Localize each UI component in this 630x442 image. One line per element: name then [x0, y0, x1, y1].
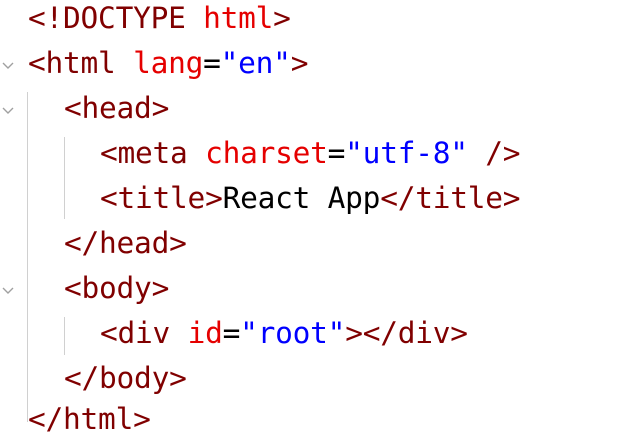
tag-name: body: [81, 271, 152, 305]
code-text: <html lang="en">: [28, 41, 308, 86]
tag-name: head: [81, 91, 152, 125]
equals: =: [327, 136, 346, 170]
code-line-1[interactable]: <!DOCTYPE html>: [0, 0, 630, 41]
attribute-name: charset: [187, 136, 328, 170]
punctuation: </: [380, 181, 416, 215]
code-line-5[interactable]: <title>React App</title>: [0, 176, 630, 221]
equals: =: [203, 46, 221, 80]
punctuation: </: [362, 316, 398, 350]
punctuation: </: [28, 402, 64, 436]
text-content: React App: [222, 181, 381, 215]
code-line-10[interactable]: </html>: [0, 397, 630, 442]
tag-name: meta: [117, 136, 188, 170]
tag-name: title: [117, 181, 206, 215]
doctype-name: html: [185, 1, 274, 35]
code-line-9[interactable]: </body>: [0, 356, 630, 401]
punctuation: >: [345, 316, 363, 350]
tag-name: div: [397, 316, 451, 350]
tag-name: div: [117, 316, 171, 350]
code-text: <body>: [64, 266, 169, 311]
punctuation: >: [133, 402, 151, 436]
punctuation: <!: [28, 1, 64, 35]
chevron-down-icon[interactable]: [1, 106, 15, 116]
code-text: <head>: [64, 86, 169, 131]
code-text: </body>: [64, 356, 187, 401]
doctype-keyword: DOCTYPE: [63, 1, 186, 35]
attribute-name: lang: [115, 46, 204, 80]
code-line-2[interactable]: <html lang="en">: [0, 41, 630, 86]
code-line-4[interactable]: <meta charset="utf-8" />: [0, 131, 630, 176]
tag-name: title: [415, 181, 503, 215]
punctuation: >: [151, 271, 170, 305]
punctuation: <: [64, 91, 82, 125]
chevron-down-icon[interactable]: [1, 286, 15, 296]
tag-name: head: [99, 226, 170, 260]
code-text: </head>: [64, 221, 187, 266]
punctuation: <: [28, 46, 46, 80]
punctuation: </: [64, 226, 100, 260]
code-line-6[interactable]: </head>: [0, 221, 630, 266]
code-line-8[interactable]: <div id="root"></div>: [0, 311, 630, 356]
chevron-down-icon[interactable]: [1, 61, 15, 71]
code-editor[interactable]: <!DOCTYPE html> <html lang="en"> <head> …: [0, 0, 630, 442]
punctuation: <: [64, 271, 82, 305]
equals: =: [222, 316, 241, 350]
code-line-3[interactable]: <head>: [0, 86, 630, 131]
punctuation: <: [100, 136, 118, 170]
punctuation: <: [100, 181, 118, 215]
punctuation: >: [273, 1, 291, 35]
punctuation: >: [450, 316, 468, 350]
code-text: <meta charset="utf-8" />: [100, 131, 521, 176]
tag-name: html: [63, 402, 134, 436]
tag-name: body: [99, 361, 170, 395]
attribute-value: "utf-8": [345, 136, 468, 170]
punctuation: >: [169, 361, 187, 395]
punctuation: >: [169, 226, 187, 260]
punctuation: >: [290, 46, 309, 80]
punctuation: >: [502, 181, 521, 215]
punctuation: >: [151, 91, 170, 125]
code-text: <title>React App</title>: [100, 176, 521, 221]
code-text: </html>: [28, 397, 151, 442]
punctuation: >: [205, 181, 223, 215]
tag-name: html: [45, 46, 116, 80]
code-text: <!DOCTYPE html>: [28, 0, 291, 41]
attribute-value: "root": [240, 316, 346, 350]
attribute-name: id: [170, 316, 223, 350]
code-text: <div id="root"></div>: [100, 311, 468, 356]
punctuation: </: [64, 361, 100, 395]
punctuation: />: [467, 136, 521, 170]
code-line-7[interactable]: <body>: [0, 266, 630, 311]
attribute-value: "en": [220, 46, 291, 80]
punctuation: <: [100, 316, 118, 350]
